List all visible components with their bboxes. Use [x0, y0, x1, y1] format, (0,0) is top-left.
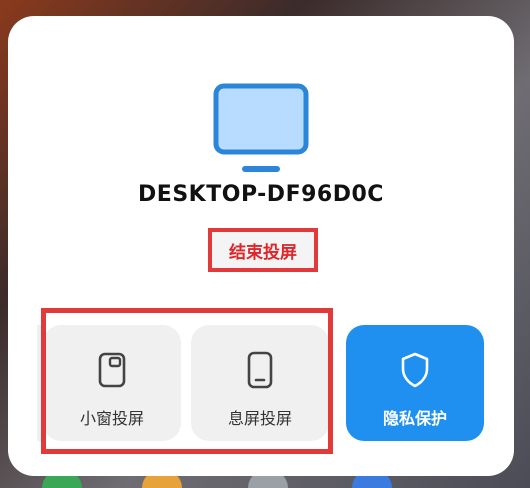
tile-label: 小窗投屏 — [79, 409, 144, 428]
device-name: DESKTOP-DF96D0C — [138, 182, 384, 207]
tile-label: 息屏投屏 — [227, 409, 292, 428]
shield-icon — [401, 352, 429, 388]
end-cast-button[interactable]: 结束投屏 — [208, 228, 318, 272]
small-window-cast-tile[interactable]: 小窗投屏 — [43, 325, 181, 441]
screen-off-cast-tile[interactable]: 息屏投屏 — [191, 325, 329, 441]
tile-label: 隐私保护 — [382, 409, 447, 428]
phone-icon — [247, 351, 273, 389]
monitor-icon — [213, 83, 309, 172]
cast-control-panel: DESKTOP-DF96D0C 结束投屏 小窗投屏 息屏投屏 隐私保护 — [8, 16, 514, 476]
privacy-protection-tile[interactable]: 隐私保护 — [346, 325, 484, 441]
small-window-icon — [98, 352, 126, 388]
